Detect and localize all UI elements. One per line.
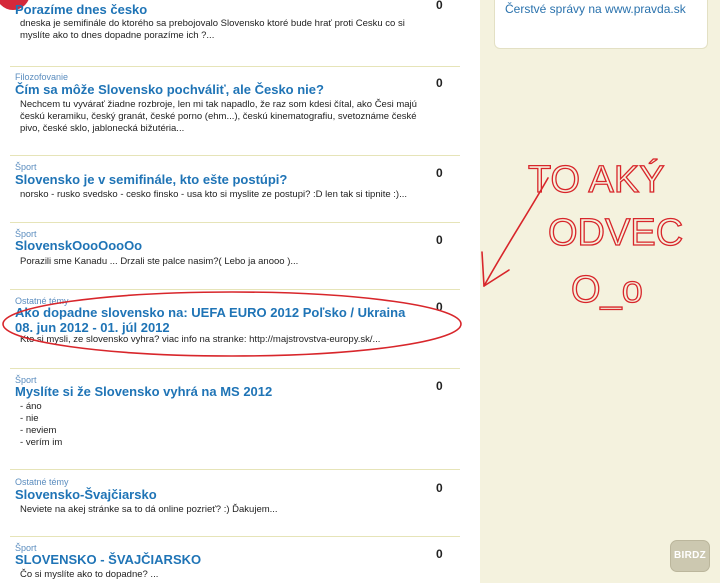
post-separator xyxy=(10,469,460,470)
post-title[interactable]: Čím sa môže Slovensko pochváliť, ale Čes… xyxy=(15,82,415,97)
post-excerpt: Neviete na akej stránke sa to dá online … xyxy=(20,504,278,515)
post-title[interactable]: Myslíte si že Slovensko vyhrá na MS 2012 xyxy=(15,384,415,399)
post-title[interactable]: SlovenskOooOooOo xyxy=(15,238,415,253)
post-excerpt: Kto si mysli, ze slovensko vyhra? viac i… xyxy=(20,334,381,345)
reply-count: 0 xyxy=(436,166,443,180)
reply-count: 0 xyxy=(436,233,443,247)
poll-option: neviem xyxy=(20,425,62,437)
reply-count: 0 xyxy=(436,0,443,12)
news-link[interactable]: Čerstvé správy na www.pravda.sk xyxy=(505,2,686,16)
post-title[interactable]: Slovensko-Švajčiarsko xyxy=(15,487,415,502)
post-separator xyxy=(10,66,460,67)
news-box: Čerstvé správy na www.pravda.sk xyxy=(494,0,708,49)
post-category[interactable]: Ostatné témy xyxy=(15,477,69,487)
post-excerpt: Porazili sme Kanadu ... Drzali ste palce… xyxy=(20,256,299,267)
post-title[interactable]: SLOVENSKO - ŠVAJČIARSKO xyxy=(15,552,415,567)
post-excerpt: dneska je semifinále do ktorého sa prebo… xyxy=(20,18,405,41)
poll-option: áno xyxy=(20,401,62,413)
sidebar: Čerstvé správy na www.pravda.sk xyxy=(480,0,720,583)
birdz-watermark: BIRDZ xyxy=(670,540,710,572)
reply-count: 0 xyxy=(436,76,443,90)
poll-option: nie xyxy=(20,413,62,425)
post-excerpt: Čo si myslíte ako to dopadne? ... xyxy=(20,569,159,580)
post-separator xyxy=(10,222,460,223)
forum-post-list: Porazíme dnes česko 0 dneska je semifiná… xyxy=(0,0,480,583)
poll-options: áno nie neviem verím im xyxy=(20,401,62,449)
post-category[interactable]: Šport xyxy=(15,162,37,172)
post-excerpt: Nechcem tu vyvárať žiadne rozbroje, len … xyxy=(20,99,417,134)
post-title[interactable]: Ako dopadne slovensko na: UEFA EURO 2012… xyxy=(15,305,415,335)
post-title[interactable]: Slovensko je v semifinále, kto ešte post… xyxy=(15,172,415,187)
post-separator xyxy=(10,368,460,369)
post-separator xyxy=(10,289,460,290)
post-separator xyxy=(10,536,460,537)
reply-count: 0 xyxy=(436,547,443,561)
reply-count: 0 xyxy=(436,481,443,495)
post-separator xyxy=(10,155,460,156)
post-excerpt: norsko - rusko svedsko - cesko finsko - … xyxy=(20,189,408,200)
reply-count: 0 xyxy=(436,300,443,314)
reply-count: 0 xyxy=(436,379,443,393)
post-category[interactable]: Filozofovanie xyxy=(15,72,68,82)
poll-option: verím im xyxy=(20,437,62,449)
post-title[interactable]: Porazíme dnes česko xyxy=(15,2,415,17)
